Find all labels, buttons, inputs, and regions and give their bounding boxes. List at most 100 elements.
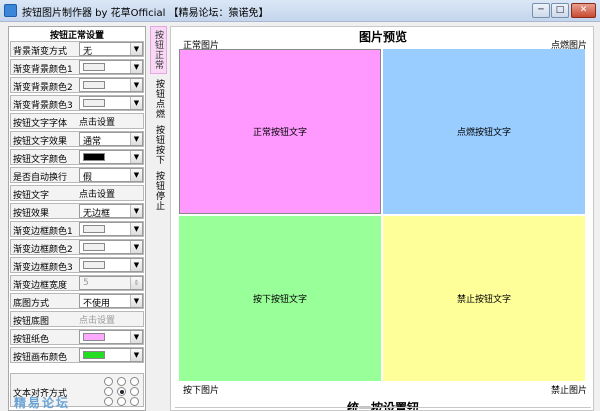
- chevron-down-icon: ▼: [130, 205, 142, 217]
- align-radio-top-center[interactable]: [117, 377, 126, 386]
- settings-panel: 按钮正常设置 背景渐变方式无 ▼ 渐变背景颜色1 ▼ 渐变背景颜色2 ▼ 渐变背景颜色3 ▼ 按…: [8, 26, 146, 411]
- settings-row-label: 按钮文字效果: [13, 137, 68, 147]
- settings-row: 按钮文字颜色 ▼: [10, 149, 144, 165]
- preview-panel: 图片预览 正常图片 点燃图片 正常按钮文字 点燃按钮文字 按下按钮文字 禁止按钮…: [170, 26, 594, 411]
- preview-hover-text: 点燃按钮文字: [456, 128, 511, 138]
- settings-row: 底图方式 不使用 ▼: [10, 293, 144, 309]
- chevron-down-icon: ▼: [130, 241, 142, 253]
- preview-disabled-text: 禁止按钮文字: [456, 295, 511, 305]
- close-button[interactable]: ✕: [571, 3, 596, 18]
- preview-hover[interactable]: 点燃按钮文字: [383, 49, 585, 214]
- chevron-down-icon: ▼: [130, 169, 142, 181]
- divider: [175, 407, 591, 408]
- settings-row: 渐变背景颜色1 ▼: [10, 59, 144, 75]
- align-radio-top-right[interactable]: [130, 377, 139, 386]
- set-action-button[interactable]: 点击设置: [79, 187, 115, 200]
- align-radio-top-left[interactable]: [104, 377, 113, 386]
- color-swatch: [83, 261, 105, 269]
- spin-arrows-icon: ⇕: [130, 277, 142, 289]
- settings-dropdown[interactable]: 不使用 ▼: [79, 294, 143, 309]
- dropdown-value: 通常: [83, 137, 102, 147]
- color-picker[interactable]: ▼: [79, 78, 143, 92]
- tab-disabled[interactable]: 按钮停止: [150, 168, 167, 214]
- label-pressed-image: 按下图片: [183, 386, 220, 396]
- settings-row-label: 按钮文字颜色: [13, 155, 68, 165]
- color-swatch: [83, 63, 105, 71]
- app-icon: [4, 4, 17, 17]
- settings-row: 按钮文字 点击设置: [10, 185, 144, 201]
- color-swatch: [83, 99, 105, 107]
- settings-row-label: 渐变边框颜色2: [13, 245, 73, 255]
- settings-row: 是否自动换行假 ▼: [10, 167, 144, 183]
- color-swatch: [83, 243, 105, 251]
- chevron-down-icon: ▼: [130, 331, 142, 343]
- settings-row: 按钮文字效果 通常 ▼: [10, 131, 144, 147]
- settings-row: 渐变边框颜色3 ▼: [10, 257, 144, 273]
- color-picker[interactable]: ▼: [79, 240, 143, 254]
- settings-row: 渐变边框颜色2 ▼: [10, 239, 144, 255]
- settings-row-label: 渐变背景颜色1: [13, 65, 73, 75]
- chevron-down-icon: ▼: [130, 295, 142, 307]
- chevron-down-icon: ▼: [130, 151, 142, 163]
- color-picker[interactable]: ▼: [79, 348, 143, 362]
- settings-row-label: 按钮底图: [13, 317, 50, 327]
- chevron-down-icon: ▼: [130, 97, 142, 109]
- set-action-button[interactable]: 点击设置: [79, 115, 115, 128]
- minimize-button[interactable]: ─: [532, 3, 550, 18]
- settings-row: 渐变边框宽度 5 ⇕: [10, 275, 144, 291]
- dropdown-value: 无边框: [83, 209, 111, 219]
- color-picker[interactable]: ▼: [79, 150, 143, 164]
- settings-row-label: 按钮画布颜色: [13, 353, 68, 363]
- title-bar: 按钮图片制作器 by 花草Official 【精易论坛：猿诺免】 ─ □ ✕: [0, 0, 600, 22]
- preview-title: 图片预览: [358, 30, 407, 44]
- color-swatch: [83, 351, 105, 359]
- window-title: 按钮图片制作器 by 花草Official 【精易论坛：猿诺免】: [22, 8, 269, 19]
- color-swatch: [83, 81, 105, 89]
- settings-row: 渐变背景颜色2 ▼: [10, 77, 144, 93]
- tab-pressed[interactable]: 按钮按下: [150, 122, 167, 168]
- settings-row-label: 是否自动换行: [13, 173, 68, 183]
- settings-row: 按钮底图 点击设置: [10, 311, 144, 327]
- preview-normal-text: 正常按钮文字: [252, 128, 307, 138]
- preview-pressed[interactable]: 按下按钮文字: [179, 216, 381, 381]
- width-spinner[interactable]: 5 ⇕: [79, 276, 143, 290]
- settings-row: 背景渐变方式无 ▼: [10, 41, 144, 57]
- color-picker[interactable]: ▼: [79, 222, 143, 236]
- chevron-down-icon: ▼: [130, 259, 142, 271]
- settings-row: 渐变边框颜色1 ▼: [10, 221, 144, 237]
- settings-row: 按钮效果 无边框 ▼: [10, 203, 144, 219]
- tab-hover[interactable]: 按钮点燃: [150, 76, 167, 122]
- set-action-button[interactable]: 点击设置: [79, 313, 115, 326]
- chevron-down-icon: ▼: [130, 43, 142, 55]
- preview-disabled[interactable]: 禁止按钮文字: [383, 216, 585, 381]
- tab-normal[interactable]: 按钮正常: [150, 26, 167, 74]
- settings-row: 按钮画布颜色 ▼: [10, 347, 144, 363]
- settings-dropdown[interactable]: 假 ▼: [79, 168, 143, 183]
- dropdown-value: 无: [83, 47, 93, 57]
- color-picker[interactable]: ▼: [79, 258, 143, 272]
- dropdown-value: 5: [83, 278, 89, 288]
- color-picker[interactable]: ▼: [79, 60, 143, 74]
- settings-row-label: 渐变边框颜色1: [13, 227, 73, 237]
- batch-settings-title: 统一按设置钮: [346, 401, 419, 411]
- settings-row-label: 渐变边框宽度: [13, 281, 68, 291]
- color-picker[interactable]: ▼: [79, 96, 143, 110]
- settings-dropdown[interactable]: 无边框 ▼: [79, 204, 143, 219]
- settings-row-label: 按钮纸色: [13, 335, 50, 345]
- chevron-down-icon: ▼: [130, 223, 142, 235]
- preview-pressed-text: 按下按钮文字: [252, 295, 307, 305]
- settings-dropdown[interactable]: 通常 ▼: [79, 132, 143, 147]
- settings-row-label: 渐变背景颜色3: [13, 101, 73, 111]
- settings-dropdown[interactable]: 无 ▼: [79, 42, 143, 57]
- state-tabs: 按钮正常 按钮点燃 按钮按下 按钮停止: [150, 26, 168, 411]
- color-picker[interactable]: ▼: [79, 330, 143, 344]
- color-swatch: [83, 333, 105, 341]
- settings-row-label: 按钮效果: [13, 209, 50, 219]
- forum-logo: 精易论坛: [14, 396, 71, 410]
- settings-row-label: 渐变边框颜色3: [13, 263, 73, 273]
- label-disabled-image: 禁止图片: [550, 386, 587, 396]
- maximize-button[interactable]: □: [551, 3, 569, 18]
- preview-normal[interactable]: 正常按钮文字: [179, 49, 381, 214]
- dropdown-value: 假: [83, 173, 93, 183]
- settings-row: 按钮纸色 ▼: [10, 329, 144, 345]
